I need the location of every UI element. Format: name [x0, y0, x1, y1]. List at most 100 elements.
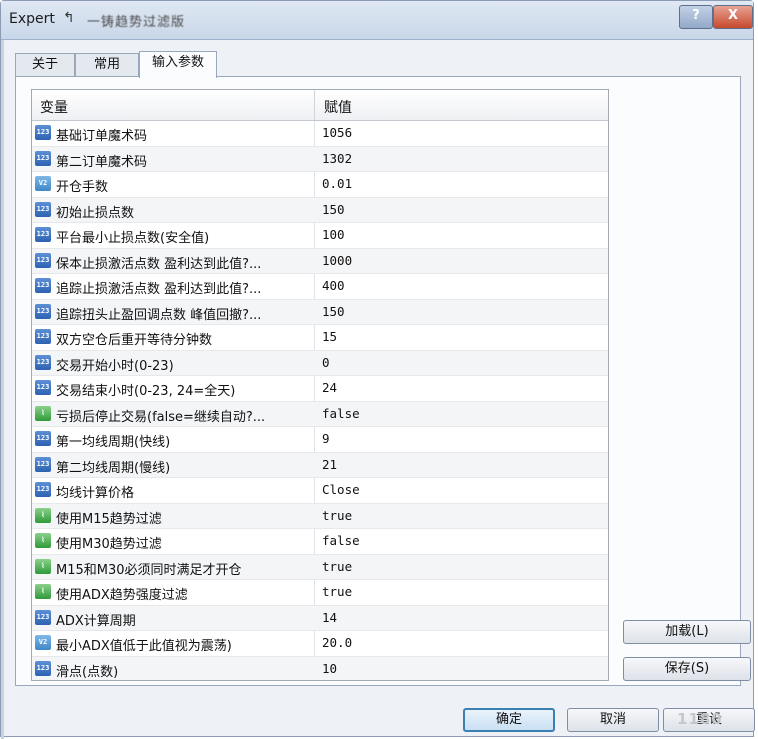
integer-type-icon: 123	[35, 482, 51, 497]
parameter-name: 使用M30趋势过滤	[56, 537, 162, 552]
tab-about[interactable]: 关于	[15, 53, 75, 76]
ok-button[interactable]: 确定	[463, 708, 555, 732]
parameter-value[interactable]: 1000	[322, 253, 602, 268]
parameter-value[interactable]: 20.0	[322, 635, 602, 650]
window-title: Expert	[9, 11, 55, 27]
bool-type-icon: ⌇	[35, 584, 51, 599]
integer-type-icon: 123	[35, 380, 51, 395]
parameter-name: 双方空仓后重开等待分钟数	[56, 333, 213, 348]
parameter-name: 基础订单魔术码	[56, 129, 148, 144]
table-row[interactable]: 123 平台最小止损点数(安全值) 100	[32, 223, 608, 249]
parameter-value[interactable]: 10	[322, 661, 602, 676]
parameter-name: 使用ADX趋势强度过滤	[56, 588, 188, 603]
parameter-value[interactable]: 21	[322, 457, 602, 472]
title-bar[interactable]: Expert ↰ 一铸趋势过滤版 ? X	[1, 1, 753, 40]
table-row[interactable]: 123 第二订单魔术码 1302	[32, 146, 608, 172]
table-row[interactable]: 123 滑点(点数) 10	[32, 656, 608, 680]
integer-type-icon: 123	[35, 431, 51, 446]
parameter-value[interactable]: 0.01	[322, 176, 602, 191]
header-divider[interactable]	[314, 90, 315, 120]
table-row[interactable]: ⌇ 亏损后停止交易(false=继续自动?... false	[32, 401, 608, 427]
close-button[interactable]: X	[713, 5, 753, 29]
table-row[interactable]: 123 交易结束小时(0-23, 24=全天) 24	[32, 376, 608, 402]
parameter-value[interactable]: true	[322, 584, 602, 599]
table-row[interactable]: 123 均线计算价格 Close	[32, 478, 608, 504]
parameter-name: 平台最小止损点数(安全值)	[56, 231, 210, 246]
parameter-value[interactable]: false	[322, 406, 602, 421]
integer-type-icon: 123	[35, 278, 51, 293]
window-left-edge	[1, 39, 4, 739]
parameter-value[interactable]: 100	[322, 227, 602, 242]
table-body: 123 基础订单魔术码 1056 123 第二订单魔术码 1302 V2 开仓手数 0.01 12…	[32, 121, 608, 680]
table-row[interactable]: 123 追踪止损激活点数 盈利达到此值?... 400	[32, 274, 608, 300]
parameter-name: 保本止损激活点数 盈利达到此值?...	[56, 256, 262, 272]
integer-type-icon: 123	[35, 227, 51, 242]
parameter-name: 开仓手数	[56, 180, 109, 195]
table-header: 变量 赋值	[32, 90, 608, 121]
table-row[interactable]: 123 双方空仓后重开等待分钟数 15	[32, 325, 608, 351]
table-row[interactable]: ⌇ 使用M15趋势过滤 true	[32, 503, 608, 529]
table-row[interactable]: ⌇ M15和M30必须同时满足才开仓 true	[32, 554, 608, 580]
parameter-value[interactable]: true	[322, 508, 602, 523]
parameter-value[interactable]: 14	[322, 610, 602, 625]
parameter-value[interactable]: 15	[322, 329, 602, 344]
parameter-value[interactable]: 9	[322, 431, 602, 446]
parameter-value[interactable]: Close	[322, 482, 602, 497]
integer-type-icon: 123	[35, 252, 51, 268]
parameter-value[interactable]: 150	[322, 304, 602, 319]
window-subtitle: 一铸趋势过滤版	[87, 15, 186, 30]
table-row[interactable]: V2 最小ADX值低于此值视为震荡) 20.0	[32, 631, 608, 657]
parameter-value[interactable]: false	[322, 533, 602, 548]
load-button[interactable]: 加载(L)	[623, 620, 751, 644]
integer-type-icon: 123	[35, 329, 51, 344]
table-row[interactable]: 123 第一均线周期(快线) 9	[32, 427, 608, 453]
expert-properties-dialog: Expert ↰ 一铸趋势过滤版 ? X 关于 常用 输入参数 变量 赋值 12…	[0, 0, 755, 739]
parameter-name: 使用M15趋势过滤	[56, 511, 162, 527]
parameter-name: 第二订单魔术码	[56, 154, 148, 170]
parameter-name: 均线计算价格	[56, 486, 135, 501]
help-button[interactable]: ?	[679, 5, 713, 29]
table-row[interactable]: ⌇ 使用M30趋势过滤 false	[32, 529, 608, 555]
table-row[interactable]: 123 初始止损点数 150	[32, 197, 608, 223]
parameter-value[interactable]: 1302	[322, 151, 602, 166]
parameter-value[interactable]: true	[322, 559, 602, 574]
table-row[interactable]: 123 ADX计算周期 14	[32, 605, 608, 631]
bool-type-icon: ⌇	[35, 533, 51, 548]
parameter-value[interactable]: 150	[322, 202, 602, 217]
watermark: 1180	[677, 710, 723, 728]
parameter-name: 交易结束小时(0-23, 24=全天)	[56, 384, 236, 399]
table-row[interactable]: ⌇ 使用ADX趋势强度过滤 true	[32, 580, 608, 606]
input-parameters-table[interactable]: 变量 赋值 123 基础订单魔术码 1056 123 第二订单魔术码 1302 V2 开仓手数…	[31, 89, 609, 681]
integer-type-icon: 123	[35, 150, 51, 166]
integer-type-icon: 123	[35, 609, 51, 625]
integer-type-icon: 123	[35, 456, 51, 472]
bool-type-icon: ⌇	[35, 405, 51, 421]
tab-common[interactable]: 常用	[75, 53, 139, 76]
parameter-value[interactable]: 1056	[322, 125, 602, 140]
integer-type-icon: 123	[35, 303, 51, 319]
table-row[interactable]: 123 保本止损激活点数 盈利达到此值?... 1000	[32, 248, 608, 274]
table-row[interactable]: V2 开仓手数 0.01	[32, 172, 608, 198]
tab-inputs[interactable]: 输入参数	[139, 51, 217, 78]
parameter-name: ADX计算周期	[56, 613, 136, 629]
cancel-button[interactable]: 取消	[567, 708, 659, 732]
double-type-icon: V2	[35, 176, 51, 191]
parameter-name: 最小ADX值低于此值视为震荡)	[56, 639, 232, 654]
table-row[interactable]: 123 追踪扭头止盈回调点数 峰值回撤?... 150	[32, 299, 608, 325]
table-row[interactable]: 123 第二均线周期(慢线) 21	[32, 452, 608, 478]
parameter-name: 第二均线周期(慢线)	[56, 460, 171, 476]
expert-icon: ↰	[63, 10, 75, 26]
parameter-name: 滑点(点数)	[56, 664, 119, 680]
bool-type-icon: ⌇	[35, 507, 51, 523]
parameter-value[interactable]: 0	[322, 355, 602, 370]
table-row[interactable]: 123 基础订单魔术码 1056	[32, 121, 608, 147]
table-row[interactable]: 123 交易开始小时(0-23) 0	[32, 350, 608, 376]
parameter-value[interactable]: 400	[322, 278, 602, 293]
integer-type-icon: 123	[35, 354, 51, 370]
header-variable[interactable]: 变量	[40, 97, 68, 117]
parameter-name: 亏损后停止交易(false=继续自动?...	[56, 409, 266, 425]
parameter-value[interactable]: 24	[322, 380, 602, 395]
bool-type-icon: ⌇	[35, 558, 51, 574]
header-value[interactable]: 赋值	[324, 97, 352, 117]
save-button[interactable]: 保存(S)	[623, 657, 751, 681]
